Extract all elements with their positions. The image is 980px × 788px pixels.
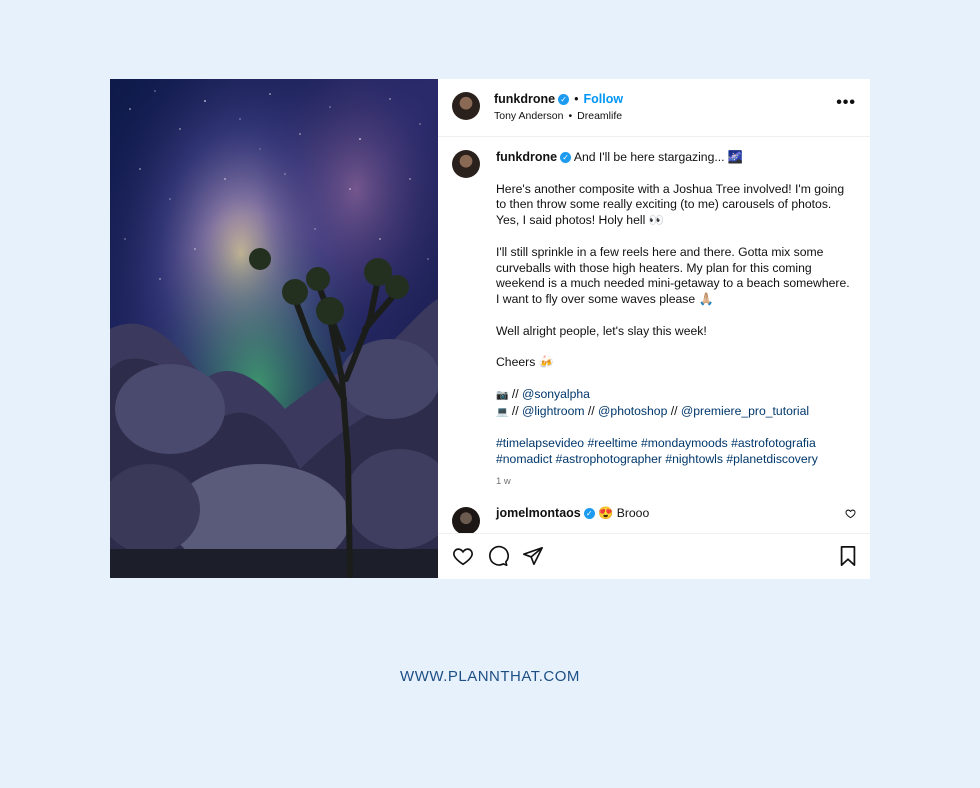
- verified-badge-icon: ✓: [560, 152, 572, 164]
- post-actions-bar: [438, 533, 870, 579]
- author-username[interactable]: funkdrone: [494, 92, 555, 106]
- joshua-tree-night-sky-image: [110, 79, 438, 578]
- laptop-icon: 💻: [496, 406, 509, 418]
- separator-dot: •: [568, 110, 573, 122]
- hashtag-links[interactable]: #timelapsevideo #reeltime #mondaymoods #…: [496, 436, 816, 450]
- caption-paragraph: Here's another composite with a Joshua T…: [496, 181, 845, 228]
- comment-body: 😍 Brooo: [598, 506, 650, 520]
- comment-like-heart-icon[interactable]: [845, 508, 856, 519]
- mention-link[interactable]: @lightroom: [522, 404, 585, 418]
- post-side-panel: funkdrone ✓ • Follow Tony Anderson • Dreamlif…: [438, 79, 870, 579]
- credit-separator: //: [508, 403, 522, 418]
- verified-badge-icon: ✓: [558, 94, 570, 106]
- caption-paragraph: Cheers 🍻: [496, 355, 554, 370]
- caption-hashtags: #timelapsevideo #reeltime #mondaymoods #…: [496, 436, 852, 468]
- mention-link[interactable]: @premiere_pro_tutorial: [681, 404, 809, 418]
- separator-dot: •: [574, 92, 579, 106]
- author-line: funkdrone ✓ • Follow: [494, 92, 623, 106]
- camera-icon: 📷: [496, 389, 509, 401]
- commenter-username[interactable]: jomelmontaos: [496, 506, 581, 520]
- credit-separator: //: [667, 403, 681, 418]
- credit-separator: //: [584, 403, 599, 418]
- caption-username[interactable]: funkdrone: [496, 150, 557, 164]
- caption-title: And I'll be here stargazing... 🌌: [573, 150, 744, 164]
- caption-paragraph: I'll still sprinkle in a few reels here …: [496, 244, 850, 307]
- credit-separator: //: [508, 386, 522, 401]
- author-full-name[interactable]: Tony Anderson: [494, 110, 563, 122]
- caption-first-line: funkdrone ✓ And I'll be here stargazing..…: [496, 150, 852, 166]
- verified-badge-icon: ✓: [583, 508, 595, 520]
- mention-link[interactable]: @sonyalpha: [522, 387, 590, 401]
- comment-item: jomelmontaos ✓ 😍 Brooo: [452, 504, 862, 535]
- author-subtitle: Tony Anderson • Dreamlife: [494, 110, 622, 122]
- follow-button[interactable]: Follow: [584, 92, 624, 106]
- instagram-post-card: funkdrone ✓ • Follow Tony Anderson • Dreamlif…: [110, 79, 870, 579]
- bookmark-icon[interactable]: [838, 545, 858, 567]
- website-url: WWW.PLANNTHAT.COM: [400, 668, 580, 685]
- author-location[interactable]: Dreamlife: [577, 110, 622, 122]
- more-options-icon[interactable]: •••: [836, 94, 856, 112]
- heart-icon[interactable]: [452, 545, 474, 567]
- caption-paragraph: Well alright people, let's slay this wee…: [496, 323, 707, 338]
- share-icon[interactable]: [522, 545, 544, 567]
- comment-icon[interactable]: [487, 545, 509, 567]
- commenter-avatar[interactable]: [452, 507, 480, 535]
- mention-link[interactable]: @photoshop: [598, 404, 667, 418]
- hashtag-links[interactable]: #nomadict #astrophotographer #nightowls …: [496, 452, 818, 466]
- post-timestamp[interactable]: 1 w: [496, 474, 852, 490]
- caption-credits: 📷 // @sonyalpha 💻 // @lightroom // @phot…: [496, 387, 852, 421]
- post-header: funkdrone ✓ • Follow Tony Anderson • Dreamlif…: [438, 79, 870, 137]
- caption-avatar[interactable]: [452, 150, 480, 178]
- post-photo[interactable]: [110, 79, 438, 578]
- author-avatar[interactable]: [452, 92, 480, 120]
- comment-text: jomelmontaos ✓ 😍 Brooo: [496, 506, 649, 520]
- caption-text: funkdrone ✓ And I'll be here stargazing..…: [496, 150, 852, 490]
